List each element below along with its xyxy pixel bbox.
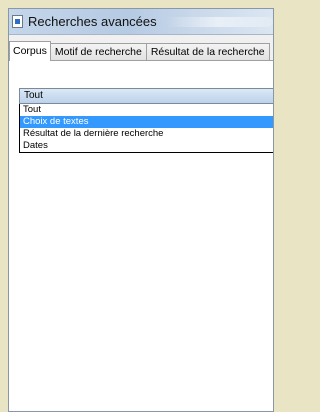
window-title: Recherches avancées — [28, 14, 157, 29]
tab-search-result[interactable]: Résultat de la recherche — [145, 43, 270, 60]
tab-strip: Corpus Motif de recherche Résultat de la… — [9, 35, 273, 61]
option-last-search-result[interactable]: Résultat de la dernière recherche — [20, 128, 273, 140]
option-all[interactable]: Tout — [20, 104, 273, 116]
title-bar-glare — [164, 16, 273, 27]
tab-search-pattern[interactable]: Motif de recherche — [49, 43, 147, 60]
option-text-choice[interactable]: Choix de textes — [20, 116, 273, 128]
advanced-search-window: Recherches avancées Corpus Motif de rech… — [8, 8, 274, 412]
corpus-panel: Tout Tout Choix de textes Résultat de la… — [9, 61, 273, 411]
corpus-dropdown[interactable]: Tout — [19, 88, 273, 104]
tab-corpus[interactable]: Corpus — [9, 41, 51, 61]
corpus-dropdown-list: Tout Choix de textes Résultat de la dern… — [19, 104, 273, 153]
option-dates[interactable]: Dates — [20, 140, 273, 152]
app-icon — [12, 15, 23, 28]
title-bar[interactable]: Recherches avancées — [9, 9, 273, 35]
